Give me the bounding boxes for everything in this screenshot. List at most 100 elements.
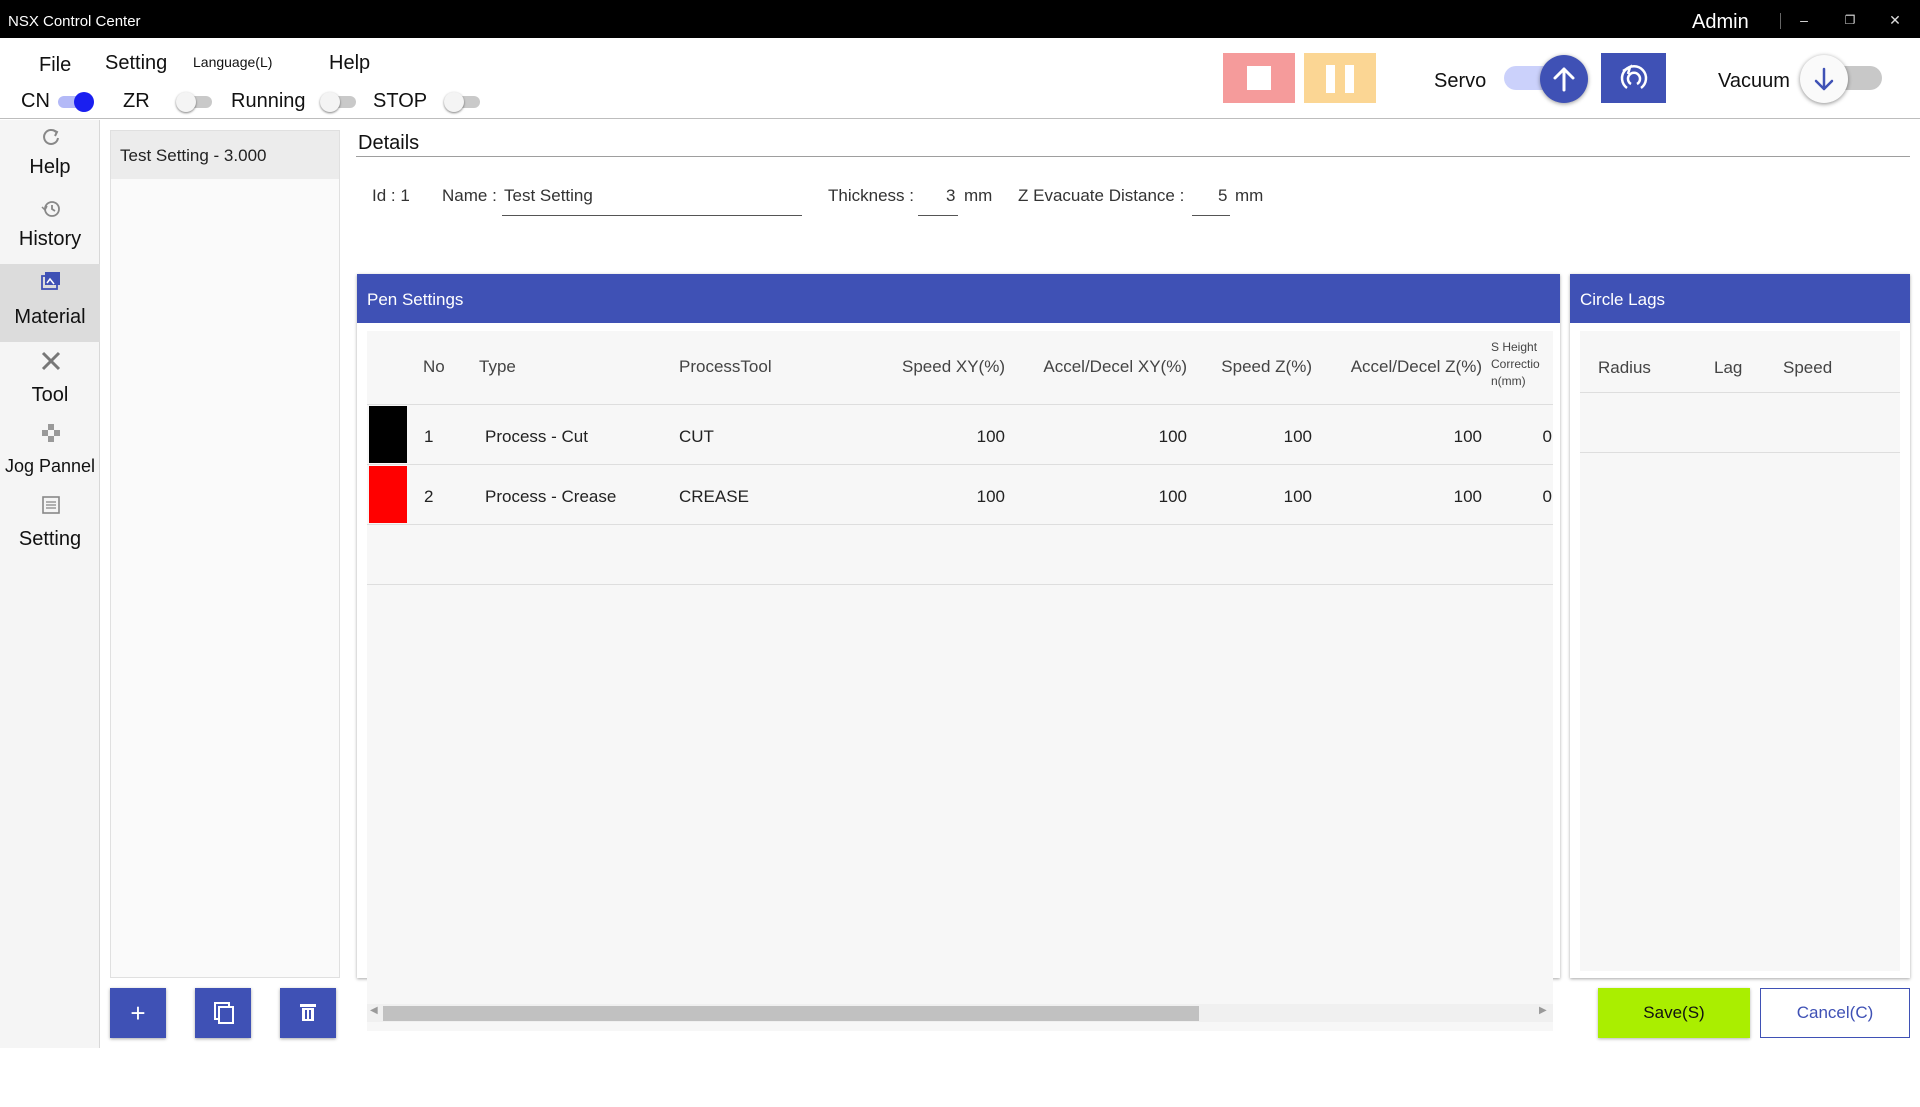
column-header: Speed Z(%)	[1221, 357, 1312, 376]
thickness-field[interactable]: 3	[946, 186, 955, 206]
thickness-label: Thickness :	[828, 186, 914, 205]
list-icon	[42, 496, 60, 514]
vacuum-down-button[interactable]	[1800, 55, 1848, 103]
column-header: No	[423, 357, 445, 376]
sidebar-item-jog-pannel[interactable]: Jog Pannel	[0, 416, 100, 486]
pen-settings-table: No Type ProcessTool Speed XY(%) Accel/De…	[367, 331, 1553, 1031]
delete-button[interactable]	[280, 988, 336, 1038]
column-header: Accel/Decel XY(%)	[1043, 357, 1187, 376]
origin-return-button[interactable]	[1601, 53, 1666, 103]
cell-speed-z: 100	[1283, 487, 1312, 506]
cell-speed-xy: 100	[976, 427, 1005, 446]
list-item[interactable]: Test Setting - 3.000	[111, 131, 339, 179]
circle-lags-card: Circle Lags Radius Lag Speed	[1570, 274, 1910, 978]
id-label: Id : 1	[372, 186, 410, 205]
scrollbar-thumb[interactable]	[383, 1006, 1199, 1021]
cell-tool: CREASE	[679, 487, 749, 506]
stop-icon	[1247, 66, 1271, 90]
column-header: Speed XY(%)	[902, 357, 1005, 376]
column-header: S Height	[1491, 340, 1538, 354]
column-header: Lag	[1714, 358, 1743, 377]
material-list: Test Setting - 3.000	[110, 130, 340, 978]
pause-icon	[1326, 65, 1335, 93]
sidebar: Help History Material Tool Jog Pannel Se…	[0, 120, 100, 1048]
refresh-icon	[43, 129, 59, 145]
sidebar-item-setting[interactable]: Setting	[0, 488, 100, 558]
cell-accel-z: 100	[1453, 427, 1482, 446]
app-title: NSX Control Center	[8, 13, 141, 30]
copy-button[interactable]	[195, 988, 251, 1038]
circle-lags-title: Circle Lags	[1580, 290, 1666, 309]
column-header: Accel/Decel Z(%)	[1350, 357, 1482, 376]
save-button[interactable]: Save(S)	[1598, 988, 1750, 1038]
sidebar-item-label: Tool	[31, 384, 69, 406]
details-title: Details	[358, 132, 420, 154]
sidebar-item-label: Jog Pannel	[4, 456, 96, 476]
restore-icon[interactable]: ❐	[1840, 10, 1860, 30]
pen-settings-card: Pen Settings No Type ProcessTool Speed X…	[357, 274, 1560, 1031]
column-header: Correctio	[1491, 357, 1540, 371]
menu-setting[interactable]: Setting	[105, 52, 167, 75]
cn-toggle[interactable]	[58, 92, 94, 112]
sidebar-item-label: History	[18, 228, 82, 250]
menu-language[interactable]: Language(L)	[193, 54, 272, 70]
cell-height: 0	[1542, 427, 1552, 446]
pen-settings-title: Pen Settings	[367, 290, 464, 309]
pen-settings-header: Pen Settings	[357, 274, 1560, 323]
sidebar-item-help[interactable]: Help	[0, 120, 100, 190]
cell-type: Process - Cut	[485, 427, 588, 446]
origin-return-icon	[1620, 64, 1648, 90]
arrow-up-icon	[1553, 67, 1575, 92]
circle-lags-header: Circle Lags	[1570, 274, 1910, 323]
sidebar-item-material[interactable]: Material	[0, 264, 100, 342]
servo-up-button[interactable]	[1540, 55, 1588, 103]
pen-color-swatch[interactable]	[369, 466, 407, 523]
menu-help[interactable]: Help	[329, 52, 370, 75]
minimize-icon[interactable]: –	[1794, 10, 1814, 30]
column-header: Type	[479, 357, 516, 376]
pause-button[interactable]	[1304, 53, 1376, 103]
column-header: Speed	[1783, 358, 1833, 377]
cell-accel-xy: 100	[1158, 427, 1187, 446]
trash-icon	[300, 1004, 316, 1021]
zr-toggle[interactable]	[176, 92, 212, 112]
title-bar: NSX Control Center Admin – ❐ ✕	[0, 0, 1920, 38]
arrow-down-icon	[1814, 67, 1834, 91]
column-header: n(mm)	[1491, 374, 1526, 388]
sidebar-item-label: Material	[14, 306, 86, 328]
sidebar-item-label: Setting	[18, 528, 82, 550]
thickness-unit: mm	[964, 186, 993, 205]
stop-toggle[interactable]	[444, 92, 480, 112]
history-icon	[41, 201, 60, 217]
sidebar-item-tool[interactable]: Tool	[0, 344, 100, 414]
cancel-button[interactable]: Cancel(C)	[1760, 988, 1910, 1038]
user-name[interactable]: Admin	[1692, 11, 1749, 34]
circle-lags-table: Radius Lag Speed	[1580, 331, 1900, 971]
z-evacuate-field[interactable]: 5	[1218, 186, 1227, 206]
servo-label: Servo	[1434, 70, 1487, 92]
name-field[interactable]: Test Setting	[504, 186, 593, 206]
stop-label: STOP	[373, 90, 428, 112]
scroll-right-icon[interactable]: ▶	[1539, 1005, 1547, 1016]
copy-icon	[214, 1002, 234, 1024]
plus-icon: +	[130, 997, 146, 1028]
horizontal-scrollbar[interactable]: ◀ ▶	[367, 1004, 1553, 1022]
cell-tool: CUT	[679, 427, 714, 446]
add-button[interactable]: +	[110, 988, 166, 1038]
column-header: ProcessTool	[679, 357, 772, 376]
running-label: Running	[231, 90, 306, 112]
menu-file[interactable]: File	[39, 54, 71, 77]
scroll-left-icon[interactable]: ◀	[370, 1005, 378, 1016]
list-item-label: Test Setting - 3.000	[120, 146, 267, 165]
pen-color-swatch[interactable]	[369, 406, 407, 463]
running-toggle[interactable]	[320, 92, 356, 112]
cell-type: Process - Crease	[485, 487, 617, 506]
cell-no: 2	[424, 487, 434, 506]
sidebar-item-history[interactable]: History	[0, 192, 100, 262]
cn-label: CN	[21, 90, 50, 112]
cell-height: 0	[1542, 487, 1552, 506]
stop-button[interactable]	[1223, 53, 1295, 103]
title-separator	[1780, 13, 1781, 29]
close-icon[interactable]: ✕	[1885, 10, 1905, 30]
cell-accel-z: 100	[1453, 487, 1482, 506]
